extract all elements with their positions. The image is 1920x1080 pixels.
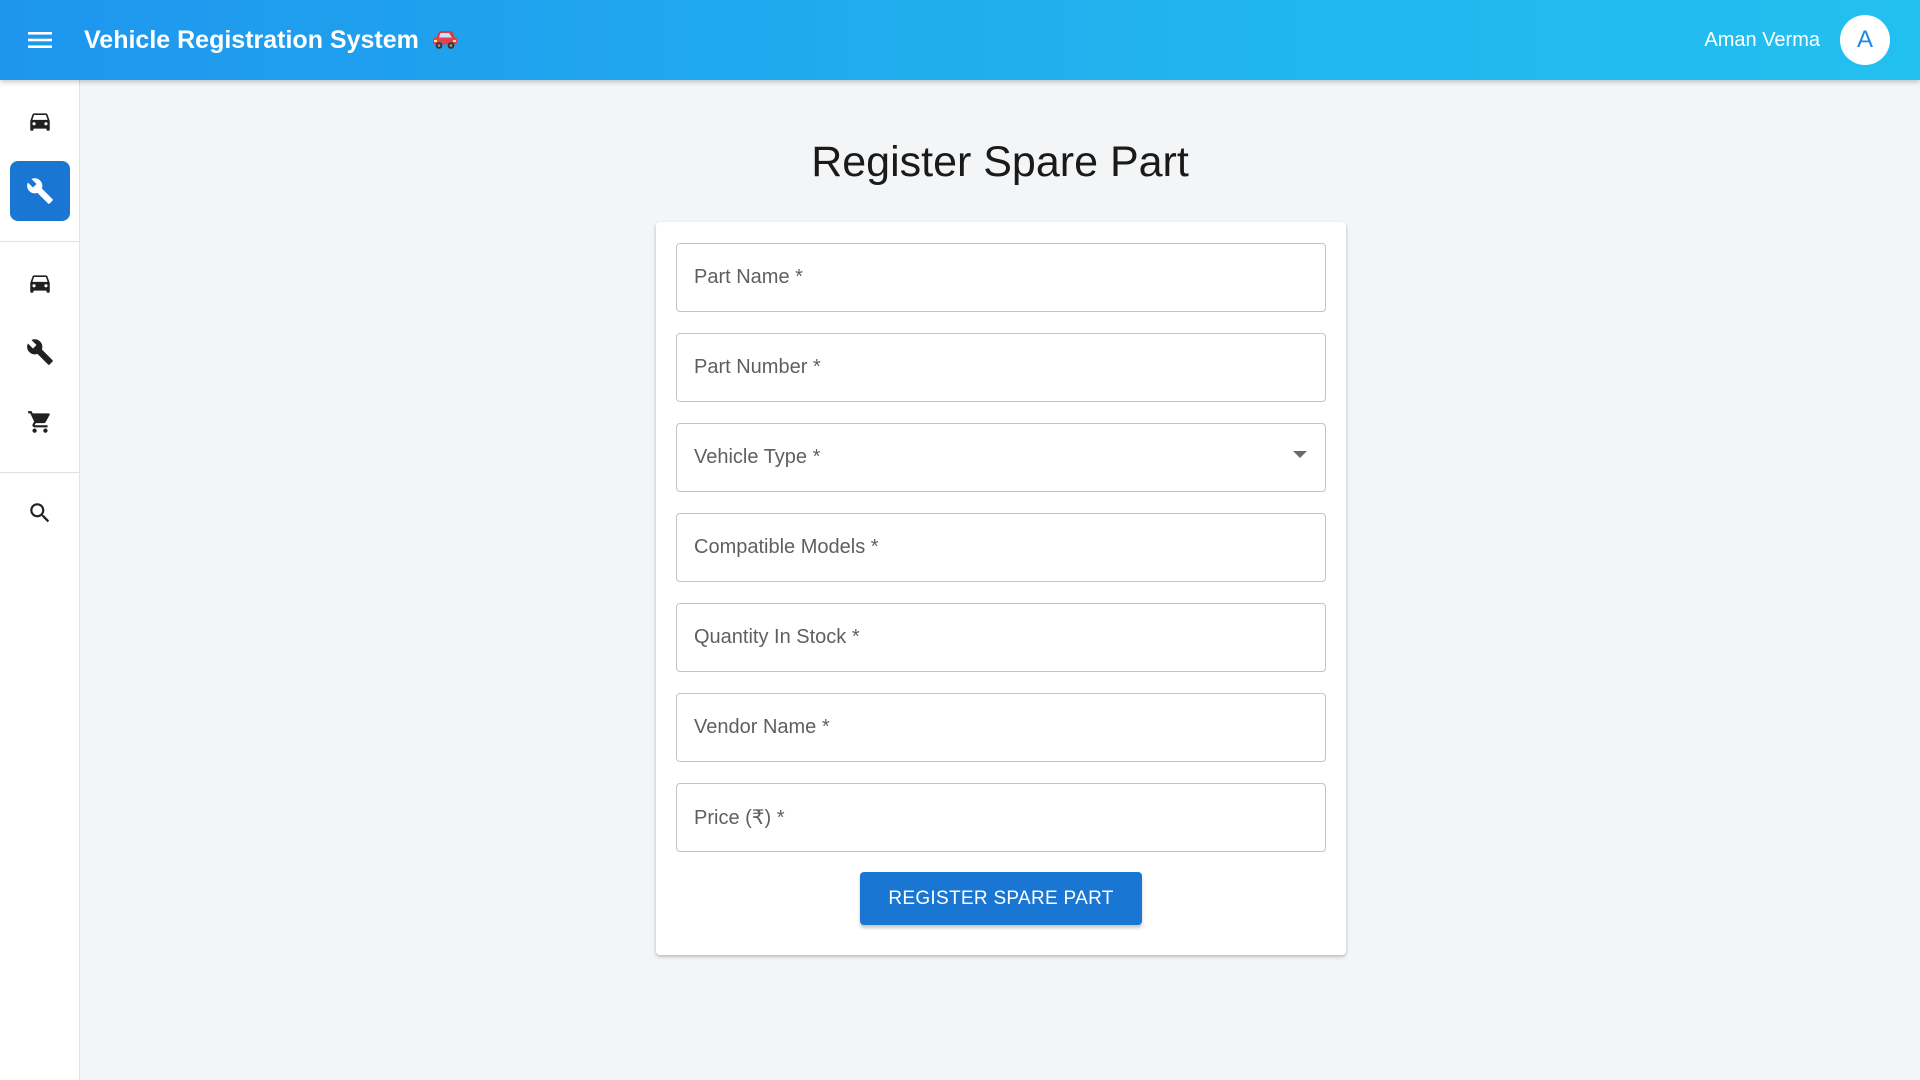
- sidebar-divider: [0, 472, 80, 473]
- vendor-name-input[interactable]: [677, 694, 1325, 761]
- app-title: Vehicle Registration System: [84, 0, 459, 80]
- wrench-icon: [27, 339, 53, 365]
- vendor-name-field[interactable]: Vendor Name *: [676, 693, 1326, 762]
- part-number-input[interactable]: [677, 334, 1325, 401]
- sidebar-item-parts-list[interactable]: [10, 322, 70, 382]
- part-number-field[interactable]: Part Number *: [676, 333, 1326, 402]
- sidebar-item-cart[interactable]: [10, 392, 70, 452]
- sidebar-item-vehicles[interactable]: [10, 91, 70, 151]
- sidebar-divider: [0, 241, 80, 242]
- user-name: Aman Verma: [1704, 28, 1820, 51]
- app-title-text: Vehicle Registration System: [84, 25, 419, 54]
- page-title: Register Spare Part: [811, 138, 1189, 186]
- avatar-letter: A: [1856, 26, 1873, 53]
- red-car-icon: [431, 29, 459, 51]
- menu-button[interactable]: [22, 24, 58, 56]
- register-spare-part-button[interactable]: REGISTER SPARE PART: [860, 872, 1142, 925]
- quantity-in-stock-field[interactable]: Quantity In Stock *: [676, 603, 1326, 672]
- vehicle-type-label: Vehicle Type *: [694, 446, 821, 468]
- hamburger-menu-icon: [28, 32, 52, 48]
- sidebar-item-vehicle-list[interactable]: [10, 253, 70, 313]
- price-field[interactable]: Price (₹) *: [676, 783, 1326, 852]
- search-icon: [30, 503, 50, 523]
- car-icon: [30, 275, 50, 293]
- sidebar-item-spare-parts[interactable]: [10, 161, 70, 221]
- car-icon: [30, 113, 50, 131]
- compatible-models-input[interactable]: [677, 514, 1325, 581]
- part-name-field[interactable]: Part Name *: [676, 243, 1326, 312]
- sidebar-item-search[interactable]: [10, 483, 70, 543]
- quantity-in-stock-input[interactable]: [677, 604, 1325, 671]
- sidebar: [0, 80, 80, 1080]
- compatible-models-field[interactable]: Compatible Models *: [676, 513, 1326, 582]
- register-spare-part-form: Part Name * Part Number * Vehicle Type *…: [656, 222, 1346, 955]
- vehicle-type-select[interactable]: Vehicle Type *: [676, 423, 1326, 492]
- app-bar: Vehicle Registration System Aman Verma A: [0, 0, 1920, 80]
- chevron-down-icon: [1293, 451, 1307, 458]
- avatar[interactable]: A: [1840, 15, 1890, 65]
- price-input[interactable]: [677, 784, 1325, 851]
- wrench-icon: [27, 178, 53, 204]
- part-name-input[interactable]: [677, 244, 1325, 311]
- shopping-cart-icon: [28, 411, 50, 433]
